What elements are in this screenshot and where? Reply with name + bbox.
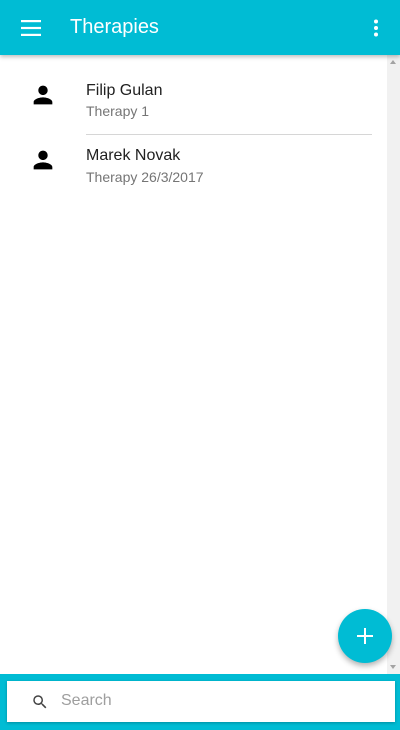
scrollbar[interactable] [387, 55, 400, 674]
app-root: Therapies Filip Gulan Therapy 1 Marek No… [0, 0, 400, 730]
add-icon [357, 628, 373, 644]
list-item-name: Filip Gulan [86, 82, 163, 99]
page-title: Therapies [70, 16, 159, 38]
person-icon [33, 150, 53, 170]
app-bar: Therapies [0, 0, 400, 55]
search-bar [0, 674, 400, 730]
person-icon [33, 85, 53, 105]
list-item[interactable]: Filip Gulan Therapy 1 [0, 55, 387, 135]
list-item[interactable]: Marek Novak Therapy 26/3/2017 [0, 135, 387, 201]
list-item-subtitle: Therapy 1 [86, 103, 150, 119]
search-box [7, 681, 395, 722]
list-item-subtitle: Therapy 26/3/2017 [86, 169, 204, 185]
therapy-list: Filip Gulan Therapy 1 Marek Novak Therap… [0, 55, 387, 674]
menu-icon [21, 20, 41, 36]
list-item-name: Marek Novak [86, 147, 181, 164]
search-input[interactable] [61, 687, 381, 715]
add-therapy-button[interactable] [338, 609, 392, 663]
more-vert-icon [374, 19, 378, 37]
scroll-down-arrow-icon[interactable] [390, 665, 396, 669]
more-options-button[interactable] [358, 9, 394, 47]
menu-button[interactable] [12, 9, 50, 47]
search-icon [33, 695, 47, 709]
scroll-up-arrow-icon[interactable] [390, 60, 396, 64]
